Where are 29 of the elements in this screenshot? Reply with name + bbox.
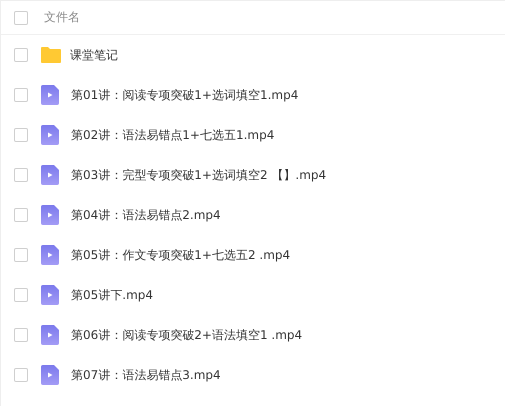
video-file-icon [41,165,59,185]
row-checkbox[interactable] [14,368,28,382]
file-name[interactable]: 第01讲：阅读专项突破1+选词填空1.mp4 [71,86,298,104]
file-name[interactable]: 第05讲下.mp4 [71,286,154,304]
select-all-checkbox[interactable] [14,10,28,24]
folder-icon [40,46,62,64]
file-name[interactable]: 第03讲：完型专项突破1+选词填空2 【】.mp4 [71,166,326,184]
row-checkbox[interactable] [14,88,28,102]
row-checkbox[interactable] [14,168,28,182]
video-file-icon [41,245,59,265]
file-name[interactable]: 第04讲：语法易错点2.mp4 [71,206,221,224]
video-file-icon [41,325,59,345]
video-file-icon [41,125,59,145]
video-file-icon [41,205,59,225]
file-name[interactable]: 第07讲：语法易错点3.mp4 [71,366,221,384]
file-name[interactable]: 第02讲：语法易错点1+七选五1.mp4 [71,126,274,144]
video-file-icon [41,85,59,105]
file-name[interactable]: 第06讲：阅读专项突破2+语法填空1 .mp4 [71,326,302,344]
row-checkbox[interactable] [14,288,28,302]
row-checkbox[interactable] [14,208,28,222]
video-file-icon [41,285,59,305]
row-checkbox[interactable] [14,128,28,142]
video-file-icon [41,365,59,385]
row-checkbox[interactable] [14,48,28,62]
file-name[interactable]: 课堂笔记 [70,46,118,64]
row-checkbox[interactable] [14,248,28,262]
column-header[interactable]: 文件名 [44,9,80,26]
file-name[interactable]: 第05讲：作文专项突破1+七选五2 .mp4 [71,246,290,264]
row-checkbox[interactable] [14,328,28,342]
